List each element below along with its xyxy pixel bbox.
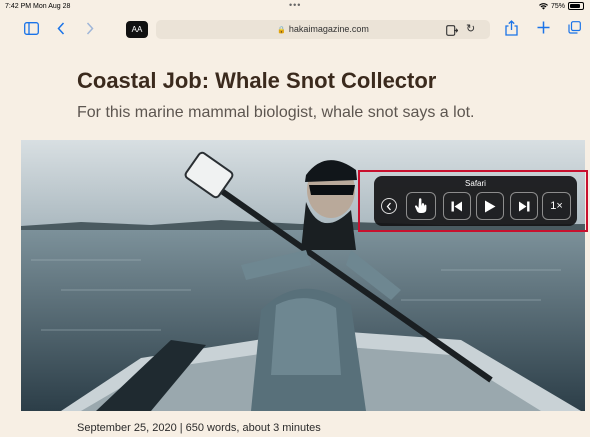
url-text[interactable]: 🔒 hakaimagazine.com (156, 24, 490, 34)
panel-next-button[interactable] (510, 192, 538, 220)
article-subtitle: For this marine mammal biologist, whale … (77, 104, 475, 121)
panel-speed-button[interactable]: 1× (542, 192, 571, 220)
article-title: Coastal Job: Whale Snot Collector (77, 68, 437, 93)
panel-app-label: Safari (465, 179, 486, 188)
play-icon (485, 200, 496, 212)
skip-forward-icon (519, 201, 530, 211)
wifi-icon (538, 2, 548, 10)
status-bar: 7:42 PM Mon Aug 28 ••• 75% (0, 0, 590, 14)
battery-percent: 75% (550, 2, 565, 10)
new-tab-icon[interactable] (537, 21, 550, 34)
reload-icon[interactable]: ↻ (466, 22, 475, 35)
panel-play-button[interactable] (476, 192, 504, 220)
status-time: 7:42 PM Mon Aug 28 (5, 3, 71, 10)
panel-previous-button[interactable] (443, 192, 471, 220)
battery-icon (568, 2, 584, 10)
status-right: 75% (538, 2, 584, 10)
multitasking-dots[interactable]: ••• (289, 0, 301, 10)
skip-back-icon (451, 201, 462, 211)
voice-control-panel: Safari 1× (374, 176, 577, 226)
hand-point-icon (414, 198, 427, 213)
reader-aa-button[interactable]: AA (126, 21, 148, 38)
lock-icon: 🔒 (277, 27, 286, 34)
article-dateline: September 25, 2020 | 650 words, about 3 … (77, 422, 321, 434)
share-icon[interactable] (505, 20, 518, 36)
chevron-left-icon (381, 198, 397, 214)
address-bar[interactable]: 🔒 hakaimagazine.com ↻ (156, 20, 490, 39)
browser-toolbar: AA 🔒 hakaimagazine.com ↻ (0, 14, 590, 44)
back-icon[interactable] (57, 22, 65, 35)
sidebar-icon[interactable] (24, 22, 39, 35)
panel-back-button[interactable] (380, 192, 398, 220)
tabs-overview-icon[interactable] (568, 21, 581, 34)
extensions-icon[interactable] (446, 23, 459, 41)
forward-icon[interactable] (86, 22, 94, 35)
panel-touch-button[interactable] (406, 192, 436, 220)
